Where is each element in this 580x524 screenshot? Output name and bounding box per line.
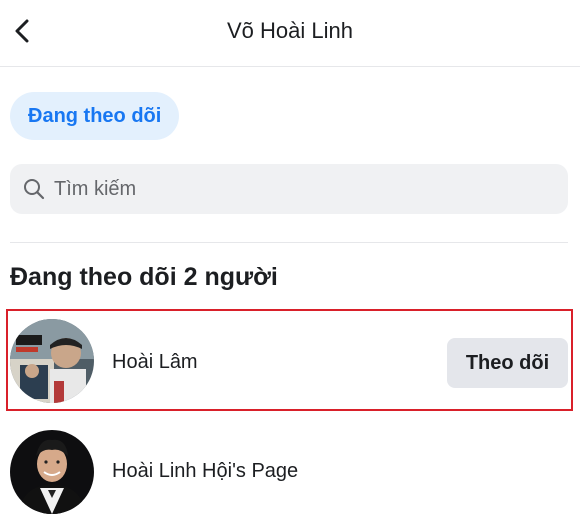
list-item[interactable]: Hoài Linh Hội's Page [0, 420, 580, 520]
page-title: Võ Hoài Linh [227, 18, 353, 43]
avatar[interactable] [10, 430, 94, 514]
search-icon [22, 177, 46, 201]
list-item-name[interactable]: Hoài Linh Hội's Page [112, 460, 298, 483]
highlight-box [6, 309, 573, 411]
search-input[interactable] [54, 177, 534, 201]
section-heading: Đang theo dõi 2 người [10, 263, 278, 291]
filter-chip-following[interactable]: Đang theo dõi [10, 92, 180, 140]
search-box[interactable] [10, 164, 568, 214]
section-divider [10, 242, 568, 243]
top-bar: Võ Hoài Linh [0, 0, 580, 67]
